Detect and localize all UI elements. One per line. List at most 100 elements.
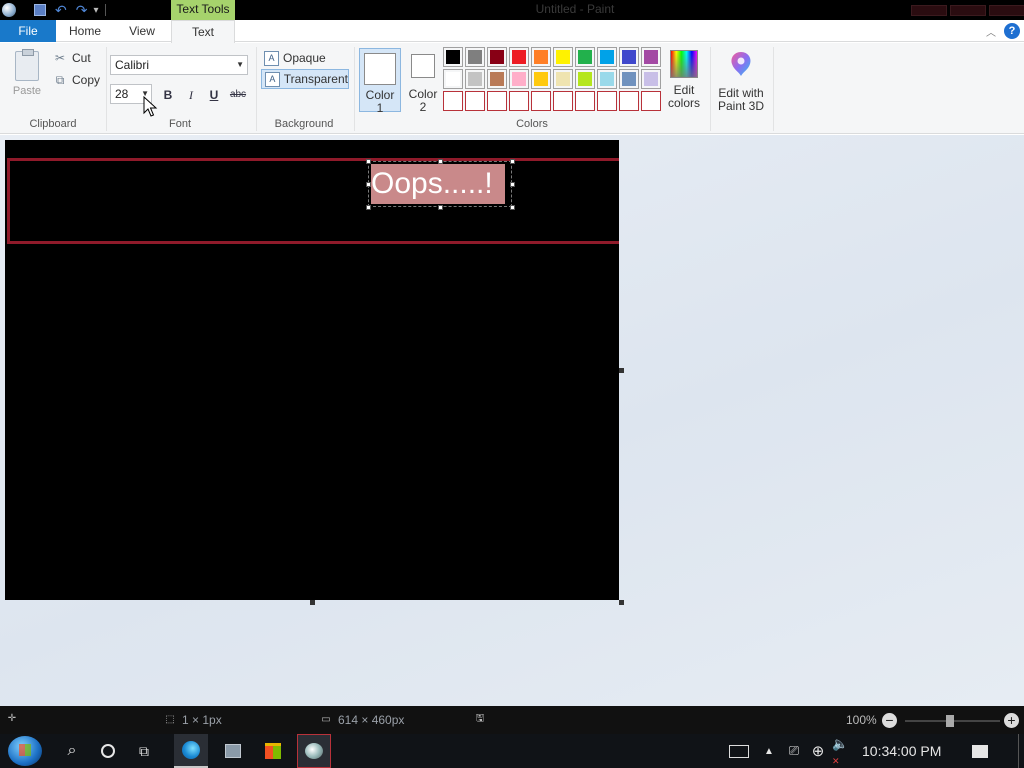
palette-color-fill — [556, 50, 570, 64]
palette-color-swatch[interactable] — [487, 47, 507, 67]
resize-handle-bottom-right[interactable] — [510, 205, 515, 210]
group-divider — [354, 47, 355, 131]
copy-button[interactable]: ⧉ Copy — [52, 71, 100, 89]
tab-file[interactable]: File — [0, 20, 56, 42]
text-box-content[interactable]: Oops.....! — [371, 166, 493, 202]
drawing-canvas[interactable]: Oops.....! — [5, 140, 619, 600]
canvas-resize-handle-right[interactable] — [619, 368, 624, 373]
resize-handle-bottom-left[interactable] — [366, 205, 371, 210]
palette-color-swatch[interactable] — [531, 69, 551, 89]
taskbar-paint[interactable] — [297, 734, 331, 768]
palette-color-swatch[interactable] — [575, 69, 595, 89]
palette-color-swatch[interactable] — [641, 47, 661, 67]
palette-color-swatch[interactable] — [553, 47, 573, 67]
search-button[interactable]: ⌕ — [55, 734, 89, 768]
color2-button[interactable]: Color 2 — [402, 48, 444, 114]
underline-button[interactable]: U — [205, 86, 223, 104]
palette-color-swatch[interactable] — [641, 69, 661, 89]
edit-with-paint3d-button[interactable]: Edit with Paint 3D — [714, 48, 768, 113]
strikethrough-button[interactable]: abc — [229, 86, 247, 104]
taskbar-edge[interactable] — [174, 734, 208, 768]
help-icon[interactable]: ? — [1004, 23, 1020, 39]
color1-button[interactable]: Color 1 — [359, 48, 401, 115]
paste-label: Paste — [12, 85, 42, 97]
save-icon[interactable] — [34, 4, 46, 16]
tab-text[interactable]: Text — [171, 20, 235, 43]
palette-color-fill — [468, 72, 482, 86]
paint-app-icon[interactable] — [2, 3, 16, 17]
palette-custom-slot[interactable] — [509, 91, 529, 111]
chevron-up-icon: ▲ — [764, 745, 774, 757]
show-desktop-button[interactable] — [1018, 734, 1024, 768]
palette-color-swatch[interactable] — [509, 47, 529, 67]
edit-colors-button[interactable]: Edit colors — [664, 48, 704, 112]
undo-icon[interactable]: ↶ — [55, 2, 67, 19]
maximize-button[interactable] — [950, 5, 986, 16]
tab-view[interactable]: View — [114, 20, 170, 42]
palette-custom-slot[interactable] — [641, 91, 661, 111]
palette-custom-slot[interactable] — [465, 91, 485, 111]
redo-icon[interactable]: ↷ — [76, 2, 88, 19]
palette-color-swatch[interactable] — [597, 47, 617, 67]
taskbar-file-explorer[interactable] — [216, 734, 250, 768]
tray-meet-now[interactable]: ⎚ — [784, 734, 804, 768]
palette-color-swatch[interactable] — [597, 69, 617, 89]
minimize-button[interactable] — [911, 5, 947, 16]
palette-color-swatch[interactable] — [487, 69, 507, 89]
palette-custom-slot[interactable] — [443, 91, 463, 111]
bold-button[interactable]: B — [159, 86, 177, 104]
palette-color-swatch[interactable] — [443, 47, 463, 67]
palette-color-swatch[interactable] — [575, 47, 595, 67]
palette-custom-slot[interactable] — [575, 91, 595, 111]
paste-button[interactable]: Paste — [8, 47, 46, 103]
resize-handle-bottom[interactable] — [438, 205, 443, 210]
palette-custom-slot[interactable] — [619, 91, 639, 111]
image-size: ▭ 614 × 460px — [320, 713, 404, 727]
tray-volume[interactable]: 🔈✕ — [832, 734, 854, 768]
transparent-button[interactable]: A Transparent — [261, 69, 349, 89]
canvas-resize-handle-corner[interactable] — [619, 600, 624, 605]
zoom-in-button[interactable]: + — [1004, 713, 1019, 728]
cortana-button[interactable] — [91, 734, 125, 768]
task-view-button[interactable]: ⧉ — [127, 734, 161, 768]
text-box-selection[interactable]: Oops.....! — [366, 159, 515, 210]
taskbar-store[interactable] — [256, 734, 290, 768]
palette-custom-slot[interactable] — [597, 91, 617, 111]
clock[interactable]: 10:34:00 PM — [862, 743, 941, 759]
palette-color-swatch[interactable] — [465, 47, 485, 67]
show-hidden-icons-button[interactable]: ▲ — [760, 734, 778, 768]
palette-custom-slot[interactable] — [553, 91, 573, 111]
palette-color-swatch[interactable] — [619, 47, 639, 67]
tab-home[interactable]: Home — [56, 20, 114, 42]
customize-quick-access-icon[interactable]: ▾ — [93, 5, 98, 16]
cut-label: Cut — [72, 51, 91, 65]
palette-color-swatch[interactable] — [443, 69, 463, 89]
action-center-button[interactable] — [968, 734, 992, 768]
canvas-resize-handle-bottom[interactable] — [310, 600, 315, 605]
palette-color-fill — [644, 50, 658, 64]
palette-color-swatch[interactable] — [619, 69, 639, 89]
cut-button[interactable]: ✂ Cut — [52, 49, 91, 67]
font-family-dropdown[interactable]: Calibri ▼ — [110, 55, 248, 75]
opaque-button[interactable]: A Opaque — [261, 48, 349, 68]
palette-color-swatch[interactable] — [553, 69, 573, 89]
zoom-out-button[interactable]: − — [882, 713, 897, 728]
collapse-ribbon-icon[interactable]: ︿ — [984, 24, 998, 39]
palette-custom-slot[interactable] — [531, 91, 551, 111]
close-button[interactable] — [989, 5, 1024, 16]
tray-network[interactable]: ⊕ — [808, 734, 828, 768]
zoom-slider-thumb[interactable] — [946, 715, 954, 727]
resize-handle-top-left[interactable] — [366, 159, 371, 164]
resize-handle-left[interactable] — [366, 182, 371, 187]
italic-button[interactable]: I — [182, 86, 200, 104]
resize-handle-right[interactable] — [510, 182, 515, 187]
palette-color-swatch[interactable] — [531, 47, 551, 67]
resize-handle-top-right[interactable] — [510, 159, 515, 164]
resize-handle-top[interactable] — [438, 159, 443, 164]
palette-color-swatch[interactable] — [509, 69, 529, 89]
tray-keyboard[interactable] — [726, 734, 752, 768]
palette-custom-slot[interactable] — [487, 91, 507, 111]
camera-icon: ⎚ — [788, 743, 800, 758]
start-button[interactable] — [4, 734, 46, 768]
palette-color-swatch[interactable] — [465, 69, 485, 89]
